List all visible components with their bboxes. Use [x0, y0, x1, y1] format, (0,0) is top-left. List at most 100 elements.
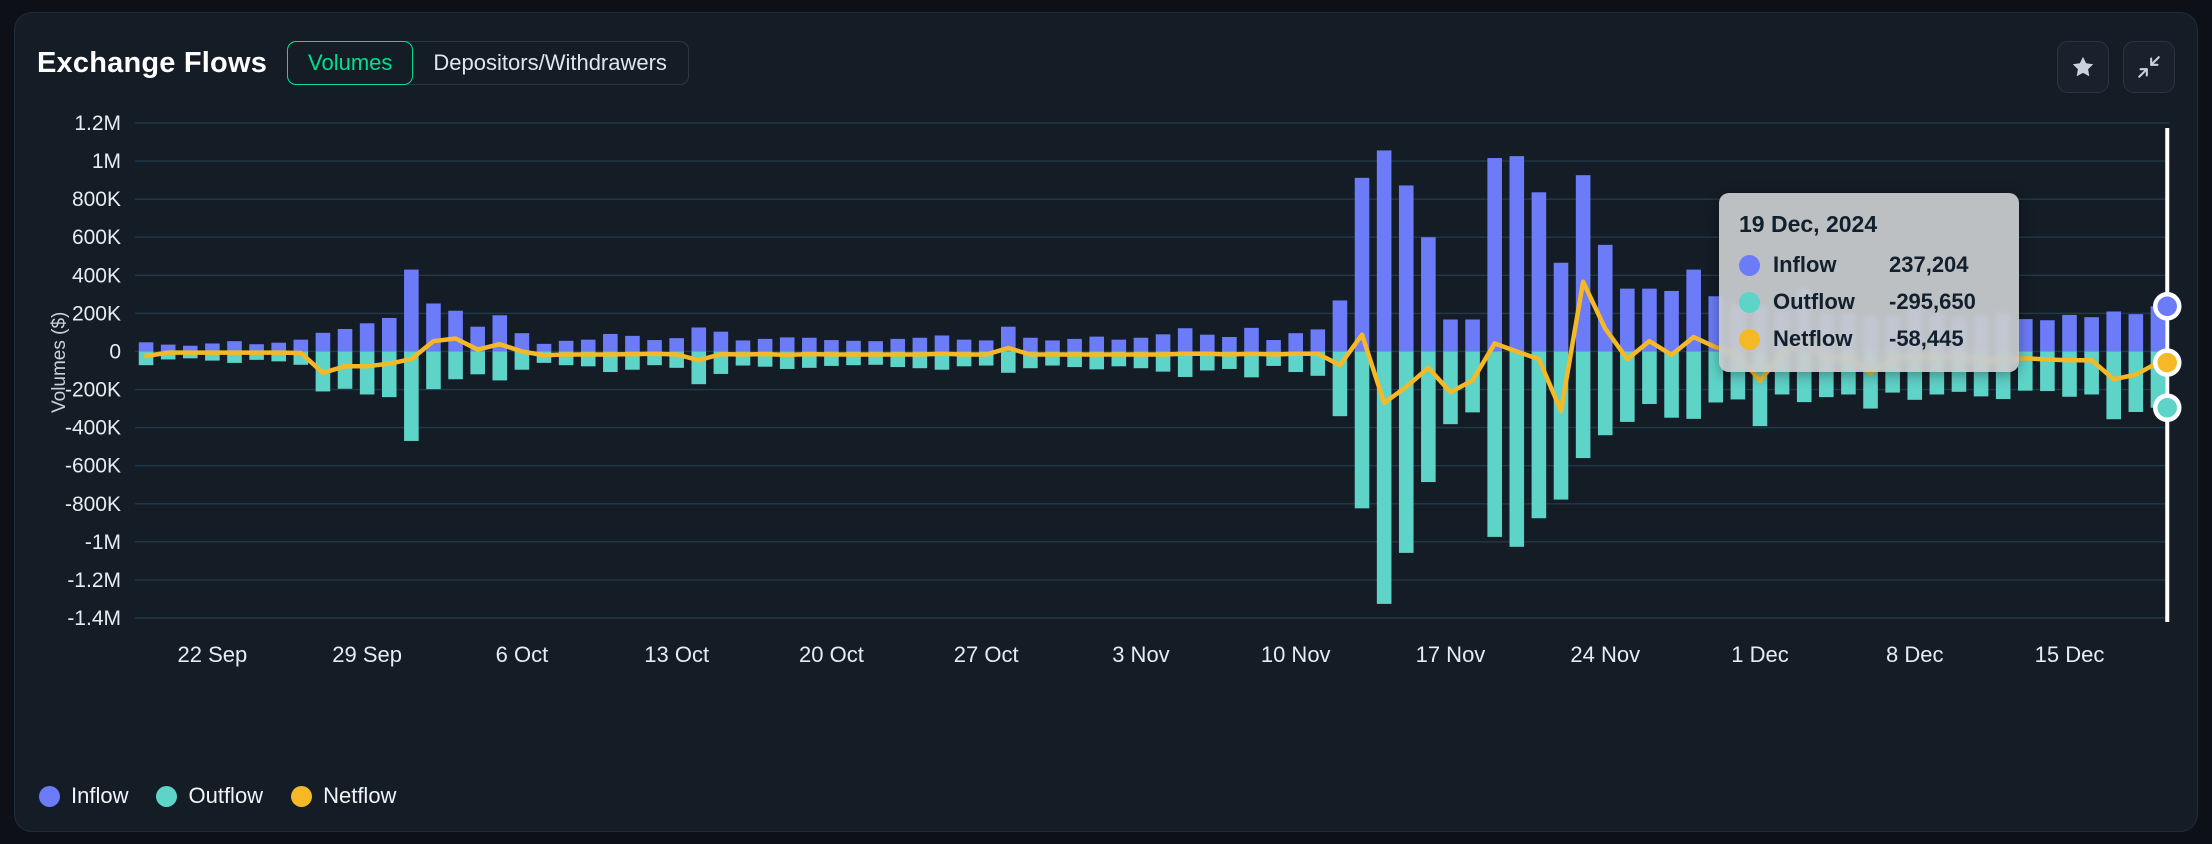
inflow-bar[interactable] — [2018, 319, 2033, 351]
netflow-marker[interactable] — [2155, 351, 2179, 375]
outflow-bar[interactable] — [1576, 351, 1591, 458]
inflow-bar[interactable] — [1554, 263, 1569, 352]
outflow-bar[interactable] — [1686, 351, 1701, 418]
legend-item-netflow[interactable]: Netflow — [291, 783, 396, 809]
inflow-bar[interactable] — [1443, 319, 1458, 351]
inflow-bar[interactable] — [1465, 319, 1480, 351]
inflow-bar[interactable] — [1045, 340, 1060, 351]
outflow-bar[interactable] — [691, 351, 706, 384]
inflow-bar[interactable] — [1333, 300, 1348, 351]
inflow-bar[interactable] — [2040, 320, 2055, 351]
inflow-bar[interactable] — [2106, 311, 2121, 351]
outflow-bar[interactable] — [360, 351, 375, 394]
inflow-bar[interactable] — [802, 338, 817, 352]
inflow-bar[interactable] — [603, 334, 618, 352]
inflow-bar[interactable] — [559, 341, 574, 352]
outflow-bar[interactable] — [448, 351, 463, 379]
inflow-bar[interactable] — [1023, 338, 1038, 352]
outflow-bar[interactable] — [1620, 351, 1635, 421]
inflow-bar[interactable] — [625, 336, 640, 352]
inflow-bar[interactable] — [1156, 334, 1171, 351]
inflow-bar[interactable] — [316, 333, 331, 352]
inflow-bar[interactable] — [647, 340, 662, 351]
inflow-bar[interactable] — [1266, 340, 1281, 351]
inflow-bar[interactable] — [1288, 333, 1303, 351]
inflow-marker[interactable] — [2155, 294, 2179, 318]
outflow-bar[interactable] — [1664, 351, 1679, 417]
inflow-bar[interactable] — [1509, 156, 1524, 351]
inflow-bar[interactable] — [935, 335, 950, 351]
outflow-bar[interactable] — [2106, 351, 2121, 419]
inflow-bar[interactable] — [1089, 337, 1104, 352]
inflow-bar[interactable] — [979, 340, 994, 351]
inflow-bar[interactable] — [537, 344, 552, 352]
outflow-bar[interactable] — [426, 351, 441, 389]
inflow-bar[interactable] — [404, 270, 419, 352]
inflow-bar[interactable] — [360, 323, 375, 351]
y-axis-tick-label: 600K — [72, 226, 121, 249]
outflow-bar[interactable] — [1001, 351, 1016, 372]
outflow-bar[interactable] — [1598, 351, 1613, 435]
inflow-bar[interactable] — [846, 341, 861, 352]
outflow-bar[interactable] — [2129, 351, 2144, 412]
inflow-bar[interactable] — [736, 340, 751, 351]
inflow-bar[interactable] — [2062, 315, 2077, 352]
inflow-bar[interactable] — [581, 340, 596, 352]
inflow-bar[interactable] — [1067, 339, 1082, 352]
outflow-bar[interactable] — [470, 351, 485, 374]
outflow-bar[interactable] — [2084, 351, 2099, 394]
inflow-bar[interactable] — [338, 329, 353, 351]
inflow-bar[interactable] — [382, 318, 397, 352]
inflow-bar[interactable] — [890, 339, 905, 352]
inflow-bar[interactable] — [669, 338, 684, 351]
outflow-marker[interactable] — [2155, 396, 2179, 420]
outflow-bar[interactable] — [1642, 351, 1657, 404]
outflow-bar[interactable] — [1509, 351, 1524, 546]
inflow-bar[interactable] — [1355, 178, 1370, 352]
inflow-bar[interactable] — [1532, 192, 1547, 351]
outflow-bar[interactable] — [404, 351, 419, 440]
inflow-bar[interactable] — [1377, 150, 1392, 351]
inflow-bar[interactable] — [1664, 291, 1679, 352]
inflow-bar[interactable] — [1222, 337, 1237, 351]
inflow-bar[interactable] — [2129, 314, 2144, 351]
inflow-bar[interactable] — [205, 343, 220, 351]
inflow-bar[interactable] — [957, 340, 972, 352]
inflow-bar[interactable] — [271, 343, 286, 352]
collapse-button[interactable] — [2123, 41, 2175, 93]
inflow-bar[interactable] — [913, 338, 928, 352]
inflow-bar[interactable] — [780, 337, 795, 351]
outflow-bar[interactable] — [1355, 351, 1370, 508]
legend-item-outflow[interactable]: Outflow — [156, 783, 263, 809]
inflow-bar[interactable] — [1421, 237, 1436, 351]
inflow-bar[interactable] — [691, 327, 706, 351]
inflow-bar[interactable] — [758, 339, 773, 352]
inflow-bar[interactable] — [868, 341, 883, 351]
inflow-bar[interactable] — [714, 332, 729, 352]
x-axis-tick-label: 1 Dec — [1731, 642, 1788, 667]
inflow-bar[interactable] — [1200, 335, 1215, 352]
inflow-bar[interactable] — [227, 341, 242, 351]
inflow-bar[interactable] — [1178, 328, 1193, 351]
outflow-bar[interactable] — [382, 351, 397, 397]
inflow-bar[interactable] — [1487, 158, 1502, 351]
inflow-bar[interactable] — [448, 311, 463, 352]
inflow-bar[interactable] — [1399, 185, 1414, 351]
inflow-bar[interactable] — [1112, 340, 1127, 352]
favorite-button[interactable] — [2057, 41, 2109, 93]
tooltip-value-inflow: 237,204 — [1889, 252, 1969, 278]
legend-item-inflow[interactable]: Inflow — [39, 783, 128, 809]
inflow-bar[interactable] — [1620, 289, 1635, 352]
inflow-bar[interactable] — [294, 340, 309, 352]
inflow-bar[interactable] — [824, 340, 839, 351]
tab-volumes[interactable]: Volumes — [287, 41, 413, 85]
inflow-bar[interactable] — [1244, 328, 1259, 352]
inflow-bar[interactable] — [1134, 338, 1149, 352]
inflow-bar[interactable] — [139, 342, 154, 351]
tab-depositors-withdrawers[interactable]: Depositors/Withdrawers — [412, 42, 688, 84]
inflow-bar[interactable] — [1311, 329, 1326, 351]
inflow-bar[interactable] — [2084, 317, 2099, 351]
inflow-bar[interactable] — [1576, 175, 1591, 351]
outflow-bar[interactable] — [492, 351, 507, 380]
outflow-bar[interactable] — [1487, 351, 1502, 536]
